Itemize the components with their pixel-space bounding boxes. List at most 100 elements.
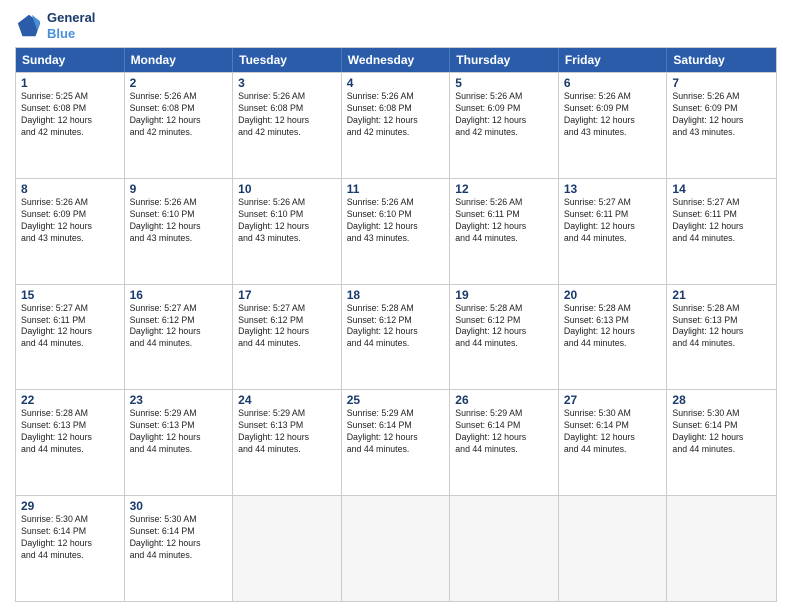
day-info: Sunrise: 5:30 AM Sunset: 6:14 PM Dayligh… [130,514,228,562]
day-number: 19 [455,288,553,302]
header-day-friday: Friday [559,48,668,72]
day-info: Sunrise: 5:26 AM Sunset: 6:10 PM Dayligh… [130,197,228,245]
cal-cell-day-16: 16Sunrise: 5:27 AM Sunset: 6:12 PM Dayli… [125,285,234,390]
day-number: 12 [455,182,553,196]
day-info: Sunrise: 5:27 AM Sunset: 6:11 PM Dayligh… [672,197,771,245]
day-info: Sunrise: 5:26 AM Sunset: 6:09 PM Dayligh… [455,91,553,139]
calendar-page: General Blue SundayMondayTuesdayWednesda… [0,0,792,612]
day-info: Sunrise: 5:26 AM Sunset: 6:08 PM Dayligh… [130,91,228,139]
header: General Blue [15,10,777,41]
day-number: 4 [347,76,445,90]
day-number: 25 [347,393,445,407]
day-number: 30 [130,499,228,513]
cal-row-2: 8Sunrise: 5:26 AM Sunset: 6:09 PM Daylig… [16,178,776,284]
cal-cell-day-24: 24Sunrise: 5:29 AM Sunset: 6:13 PM Dayli… [233,390,342,495]
day-info: Sunrise: 5:28 AM Sunset: 6:12 PM Dayligh… [347,303,445,351]
day-info: Sunrise: 5:27 AM Sunset: 6:11 PM Dayligh… [564,197,662,245]
day-info: Sunrise: 5:28 AM Sunset: 6:13 PM Dayligh… [564,303,662,351]
day-number: 11 [347,182,445,196]
header-day-wednesday: Wednesday [342,48,451,72]
day-info: Sunrise: 5:25 AM Sunset: 6:08 PM Dayligh… [21,91,119,139]
day-number: 1 [21,76,119,90]
cal-cell-day-1: 1Sunrise: 5:25 AM Sunset: 6:08 PM Daylig… [16,73,125,178]
cal-cell-day-4: 4Sunrise: 5:26 AM Sunset: 6:08 PM Daylig… [342,73,451,178]
day-number: 5 [455,76,553,90]
cal-cell-day-17: 17Sunrise: 5:27 AM Sunset: 6:12 PM Dayli… [233,285,342,390]
cal-cell-day-8: 8Sunrise: 5:26 AM Sunset: 6:09 PM Daylig… [16,179,125,284]
day-info: Sunrise: 5:29 AM Sunset: 6:14 PM Dayligh… [347,408,445,456]
day-number: 9 [130,182,228,196]
cal-cell-day-19: 19Sunrise: 5:28 AM Sunset: 6:12 PM Dayli… [450,285,559,390]
day-info: Sunrise: 5:29 AM Sunset: 6:13 PM Dayligh… [238,408,336,456]
cal-cell-day-14: 14Sunrise: 5:27 AM Sunset: 6:11 PM Dayli… [667,179,776,284]
cal-cell-day-9: 9Sunrise: 5:26 AM Sunset: 6:10 PM Daylig… [125,179,234,284]
day-number: 24 [238,393,336,407]
day-info: Sunrise: 5:26 AM Sunset: 6:10 PM Dayligh… [347,197,445,245]
cal-row-4: 22Sunrise: 5:28 AM Sunset: 6:13 PM Dayli… [16,389,776,495]
day-info: Sunrise: 5:26 AM Sunset: 6:11 PM Dayligh… [455,197,553,245]
calendar-body: 1Sunrise: 5:25 AM Sunset: 6:08 PM Daylig… [16,72,776,601]
day-number: 8 [21,182,119,196]
cal-cell-empty [559,496,668,601]
cal-cell-day-29: 29Sunrise: 5:30 AM Sunset: 6:14 PM Dayli… [16,496,125,601]
day-info: Sunrise: 5:28 AM Sunset: 6:12 PM Dayligh… [455,303,553,351]
day-info: Sunrise: 5:29 AM Sunset: 6:13 PM Dayligh… [130,408,228,456]
day-number: 14 [672,182,771,196]
day-info: Sunrise: 5:27 AM Sunset: 6:12 PM Dayligh… [238,303,336,351]
header-day-monday: Monday [125,48,234,72]
day-info: Sunrise: 5:26 AM Sunset: 6:10 PM Dayligh… [238,197,336,245]
day-info: Sunrise: 5:30 AM Sunset: 6:14 PM Dayligh… [672,408,771,456]
day-number: 20 [564,288,662,302]
calendar-header: SundayMondayTuesdayWednesdayThursdayFrid… [16,48,776,72]
day-number: 7 [672,76,771,90]
cal-cell-day-15: 15Sunrise: 5:27 AM Sunset: 6:11 PM Dayli… [16,285,125,390]
header-day-thursday: Thursday [450,48,559,72]
cal-cell-day-30: 30Sunrise: 5:30 AM Sunset: 6:14 PM Dayli… [125,496,234,601]
day-number: 10 [238,182,336,196]
cal-cell-day-18: 18Sunrise: 5:28 AM Sunset: 6:12 PM Dayli… [342,285,451,390]
day-info: Sunrise: 5:27 AM Sunset: 6:12 PM Dayligh… [130,303,228,351]
cal-cell-empty [233,496,342,601]
cal-row-5: 29Sunrise: 5:30 AM Sunset: 6:14 PM Dayli… [16,495,776,601]
cal-cell-empty [342,496,451,601]
cal-cell-day-20: 20Sunrise: 5:28 AM Sunset: 6:13 PM Dayli… [559,285,668,390]
cal-cell-day-13: 13Sunrise: 5:27 AM Sunset: 6:11 PM Dayli… [559,179,668,284]
header-day-tuesday: Tuesday [233,48,342,72]
day-info: Sunrise: 5:27 AM Sunset: 6:11 PM Dayligh… [21,303,119,351]
cal-row-3: 15Sunrise: 5:27 AM Sunset: 6:11 PM Dayli… [16,284,776,390]
day-number: 23 [130,393,228,407]
day-info: Sunrise: 5:26 AM Sunset: 6:09 PM Dayligh… [672,91,771,139]
day-info: Sunrise: 5:26 AM Sunset: 6:08 PM Dayligh… [238,91,336,139]
cal-cell-day-2: 2Sunrise: 5:26 AM Sunset: 6:08 PM Daylig… [125,73,234,178]
cal-cell-day-3: 3Sunrise: 5:26 AM Sunset: 6:08 PM Daylig… [233,73,342,178]
cal-cell-day-11: 11Sunrise: 5:26 AM Sunset: 6:10 PM Dayli… [342,179,451,284]
header-day-sunday: Sunday [16,48,125,72]
header-day-saturday: Saturday [667,48,776,72]
cal-row-1: 1Sunrise: 5:25 AM Sunset: 6:08 PM Daylig… [16,72,776,178]
day-info: Sunrise: 5:28 AM Sunset: 6:13 PM Dayligh… [21,408,119,456]
cal-cell-day-28: 28Sunrise: 5:30 AM Sunset: 6:14 PM Dayli… [667,390,776,495]
day-number: 18 [347,288,445,302]
cal-cell-day-12: 12Sunrise: 5:26 AM Sunset: 6:11 PM Dayli… [450,179,559,284]
day-info: Sunrise: 5:26 AM Sunset: 6:09 PM Dayligh… [564,91,662,139]
day-number: 2 [130,76,228,90]
day-number: 6 [564,76,662,90]
cal-cell-day-6: 6Sunrise: 5:26 AM Sunset: 6:09 PM Daylig… [559,73,668,178]
cal-cell-day-25: 25Sunrise: 5:29 AM Sunset: 6:14 PM Dayli… [342,390,451,495]
cal-cell-day-5: 5Sunrise: 5:26 AM Sunset: 6:09 PM Daylig… [450,73,559,178]
day-info: Sunrise: 5:26 AM Sunset: 6:08 PM Dayligh… [347,91,445,139]
day-number: 28 [672,393,771,407]
day-info: Sunrise: 5:30 AM Sunset: 6:14 PM Dayligh… [564,408,662,456]
cal-cell-day-26: 26Sunrise: 5:29 AM Sunset: 6:14 PM Dayli… [450,390,559,495]
cal-cell-day-7: 7Sunrise: 5:26 AM Sunset: 6:09 PM Daylig… [667,73,776,178]
day-number: 15 [21,288,119,302]
logo: General Blue [15,10,95,41]
cal-cell-empty [450,496,559,601]
logo-icon [15,12,43,40]
cal-cell-day-22: 22Sunrise: 5:28 AM Sunset: 6:13 PM Dayli… [16,390,125,495]
cal-cell-day-10: 10Sunrise: 5:26 AM Sunset: 6:10 PM Dayli… [233,179,342,284]
day-number: 22 [21,393,119,407]
day-number: 21 [672,288,771,302]
logo-text: General Blue [47,10,95,41]
day-info: Sunrise: 5:29 AM Sunset: 6:14 PM Dayligh… [455,408,553,456]
